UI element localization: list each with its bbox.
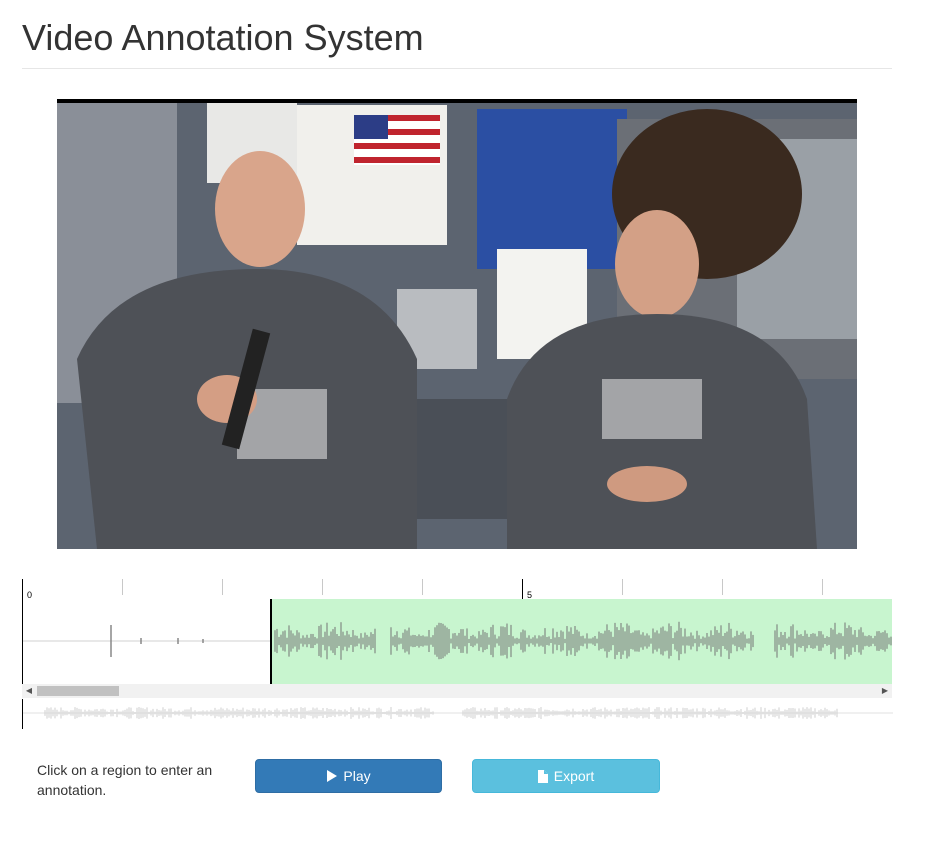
audio-waveform[interactable]	[22, 599, 892, 684]
instruction-text: Click on a region to enter an annotation…	[37, 762, 213, 798]
timeline-tick	[822, 579, 823, 595]
video-player[interactable]	[57, 99, 857, 549]
waveform-graphic	[23, 621, 892, 661]
timeline-tick	[722, 579, 723, 595]
timeline-tick	[222, 579, 223, 595]
horizontal-scrollbar[interactable]: ◀ ▶	[22, 684, 892, 698]
file-icon	[537, 769, 548, 783]
timeline-tick	[622, 579, 623, 595]
minimap-graphic	[23, 707, 893, 719]
timeline-tick	[422, 579, 423, 595]
timeline-tick	[322, 579, 323, 595]
timeline-ruler: 0 5	[22, 579, 892, 600]
waveform-minimap[interactable]	[22, 699, 893, 729]
play-button[interactable]: Play	[255, 759, 442, 793]
timeline-tick	[122, 579, 123, 595]
title-divider	[22, 68, 892, 69]
scrollbar-thumb[interactable]	[37, 686, 119, 696]
play-button-label: Play	[343, 768, 371, 784]
scroll-left-icon[interactable]: ◀	[22, 684, 36, 698]
video-frame	[57, 99, 857, 549]
timeline-tick	[522, 579, 523, 599]
timeline-tick	[22, 579, 23, 599]
export-button[interactable]: Export	[472, 759, 660, 793]
playhead-cursor[interactable]	[270, 599, 272, 684]
play-icon	[326, 770, 338, 782]
export-button-label: Export	[553, 768, 595, 784]
scroll-right-icon[interactable]: ▶	[878, 684, 892, 698]
page-title: Video Annotation System	[22, 17, 424, 58]
